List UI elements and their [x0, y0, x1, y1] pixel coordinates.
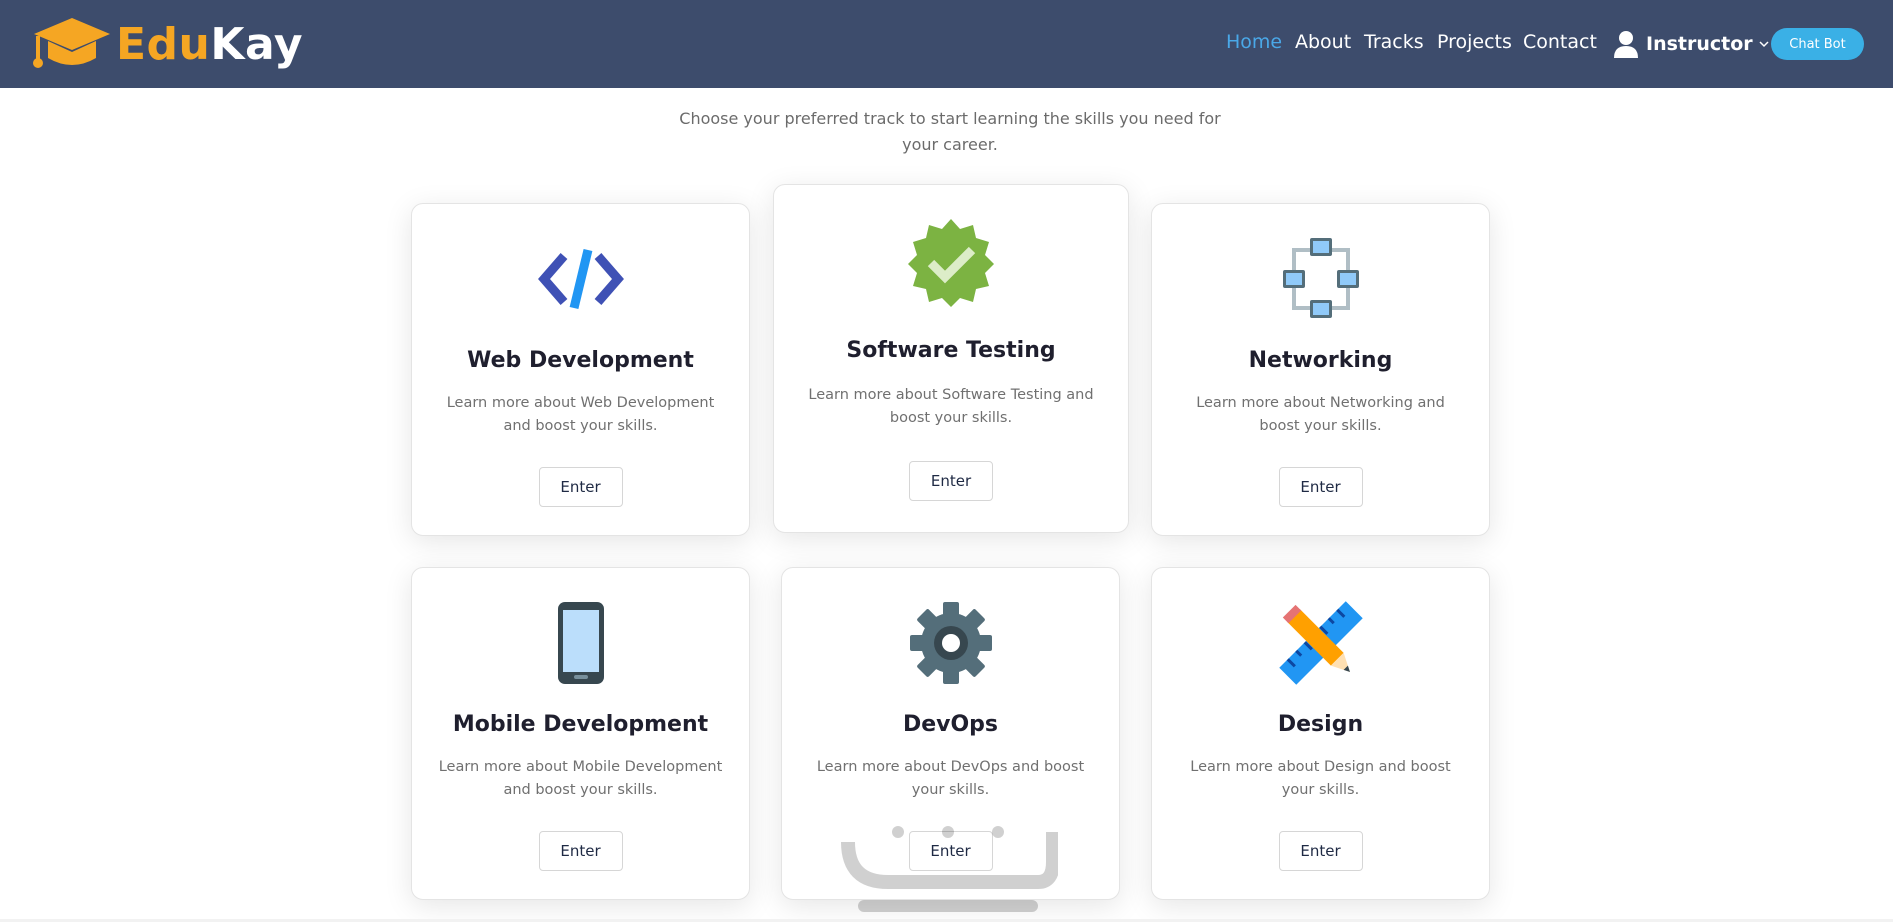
- brand-logo[interactable]: EduKay: [32, 14, 303, 74]
- nav-contact[interactable]: Contact: [1523, 31, 1597, 53]
- track-card-mobile-development: Mobile Development Learn more about Mobi…: [411, 567, 750, 900]
- enter-button[interactable]: Enter: [538, 467, 623, 507]
- graduation-cap-icon: [33, 18, 110, 68]
- site-header: EduKay Home About Tracks Projects Contac…: [0, 0, 1893, 88]
- track-title: Networking: [1248, 348, 1393, 373]
- smartphone-icon: [557, 602, 604, 684]
- track-title: Mobile Development: [452, 712, 709, 737]
- nav-tracks[interactable]: Tracks: [1364, 31, 1424, 53]
- chevron-down-icon: [1759, 41, 1769, 48]
- user-icon: [1614, 31, 1638, 58]
- code-icon: [537, 248, 624, 310]
- chat-bot-button[interactable]: Chat Bot: [1771, 28, 1864, 60]
- track-description: Learn more about Design and boost your s…: [1190, 759, 1451, 798]
- track-title: Software Testing: [846, 338, 1056, 363]
- track-card-devops: DevOps Learn more about DevOps and boost…: [781, 567, 1120, 900]
- track-title: Web Development: [467, 348, 694, 373]
- brand-name-part1: Edu: [116, 18, 211, 70]
- track-description: Learn more about Mobile Development and …: [438, 759, 723, 798]
- verified-badge-icon: [908, 219, 994, 307]
- nav-about[interactable]: About: [1295, 31, 1351, 53]
- track-card-networking: Networking Learn more about Networking a…: [1151, 203, 1490, 536]
- enter-button[interactable]: Enter: [1278, 467, 1363, 507]
- brand-name: EduKay: [116, 19, 303, 70]
- track-description: Learn more about Software Testing and bo…: [808, 387, 1094, 426]
- track-card-web-development: Web Development Learn more about Web Dev…: [411, 203, 750, 536]
- track-description: Learn more about DevOps and boost your s…: [816, 759, 1085, 798]
- nav-home[interactable]: Home: [1226, 31, 1282, 53]
- track-title: DevOps: [902, 712, 999, 737]
- track-description: Learn more about Web Development and boo…: [446, 395, 715, 434]
- gear-icon: [909, 602, 992, 684]
- user-menu-label: Instructor: [1646, 33, 1753, 55]
- track-card-design: Design Learn more about Design and boost…: [1151, 567, 1490, 900]
- enter-button[interactable]: Enter: [909, 461, 993, 501]
- nav-projects[interactable]: Projects: [1437, 31, 1512, 53]
- track-description: Learn more about Networking and boost yo…: [1196, 395, 1445, 434]
- enter-button[interactable]: Enter: [908, 831, 993, 871]
- track-card-software-testing: Software Testing Learn more about Softwa…: [773, 184, 1129, 533]
- user-menu[interactable]: Instructor: [1614, 28, 1777, 60]
- track-title: Design: [1277, 712, 1364, 737]
- brand-name-part2: Kay: [210, 18, 304, 70]
- pencil-ruler-icon: [1278, 601, 1363, 685]
- network-icon: [1282, 238, 1359, 318]
- tracks-intro: Choose your preferred track to start lea…: [679, 109, 1221, 154]
- enter-button[interactable]: Enter: [1278, 831, 1363, 871]
- enter-button[interactable]: Enter: [538, 831, 623, 871]
